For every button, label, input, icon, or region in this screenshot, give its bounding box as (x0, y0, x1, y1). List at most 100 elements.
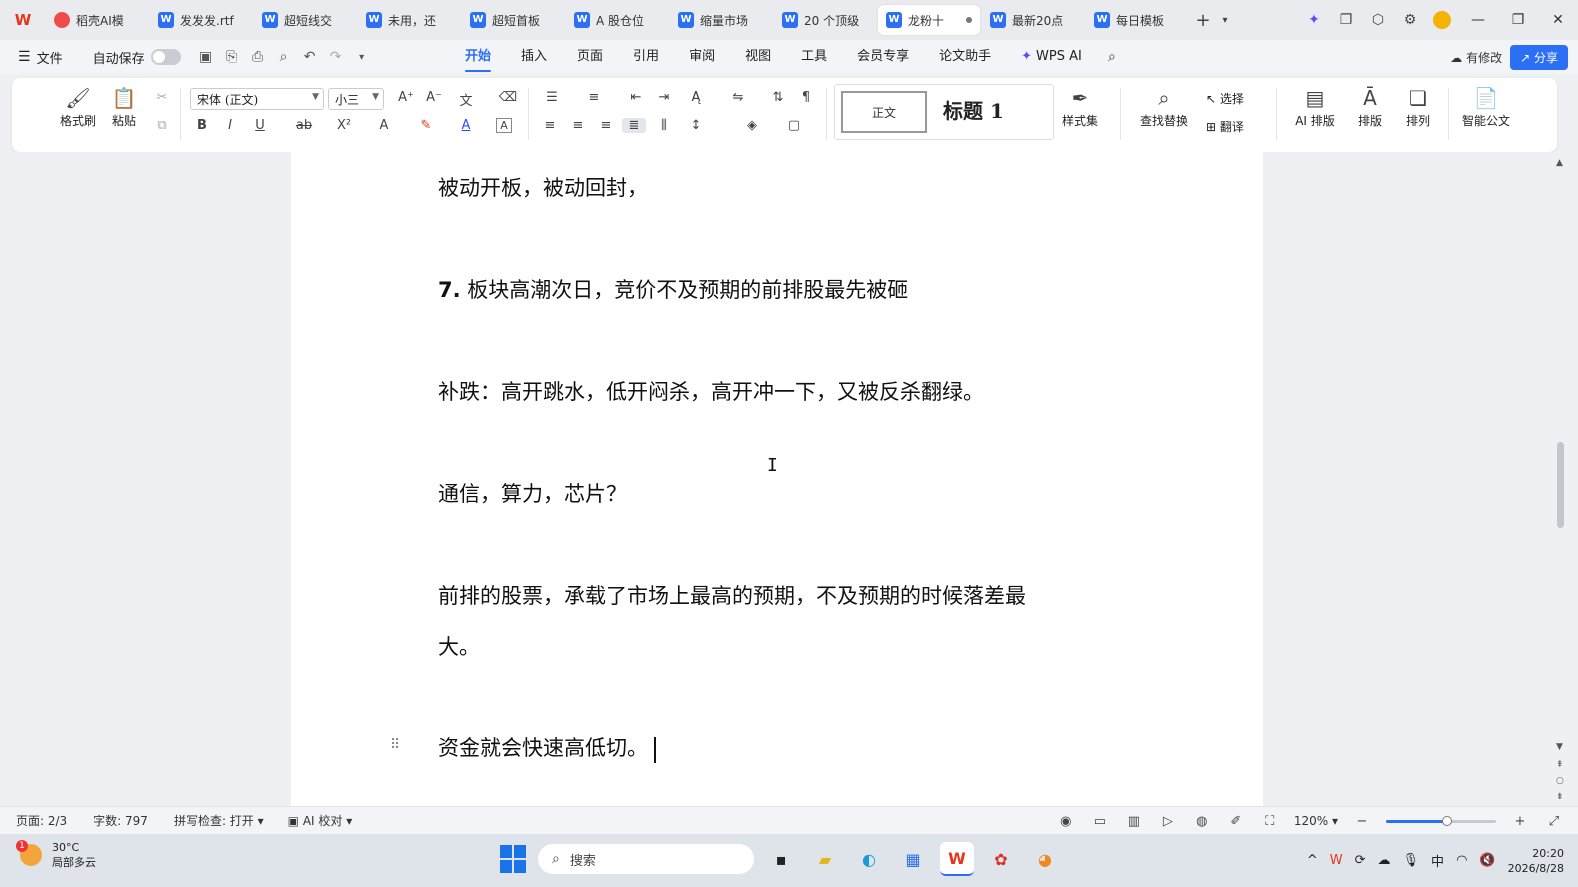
scroll-up-icon[interactable]: ▲ (1556, 158, 1563, 168)
menu-tab[interactable]: ✦ WPS AI (1006, 40, 1097, 74)
edge-browser-icon[interactable]: ◐ (852, 842, 886, 876)
select-button[interactable]: ↖ 选择 (1206, 90, 1244, 107)
document-tab[interactable]: W 未用，还 (358, 5, 460, 35)
drag-handle-icon[interactable]: ⠿ (390, 737, 400, 753)
paragraph[interactable]: 补跌：高开跳水，低开闷杀，高开冲一下，又被反杀翻绿。 (438, 376, 984, 406)
document-tab[interactable]: W 发发发.rtf (150, 5, 252, 35)
page-view-icon[interactable]: ▭ (1090, 814, 1110, 829)
menu-tab[interactable]: 论文助手 (924, 40, 1006, 74)
font-color-icon[interactable]: A (454, 118, 478, 133)
paste-button[interactable]: 📋 粘贴 (102, 84, 146, 129)
spellcheck-toggle[interactable]: 拼写检查: 打开 ▾ (174, 812, 264, 829)
file-explorer-icon[interactable]: ▰ (808, 842, 842, 876)
increase-indent-icon[interactable]: ⇥ (652, 90, 676, 105)
share-button[interactable]: ↗ 分享 (1510, 44, 1568, 70)
document-canvas[interactable]: 被动开板，被动回封， 7. 板块高潮次日，竞价不及预期的前排股最先被砸 补跌：高… (0, 152, 1560, 806)
ai-layout-button[interactable]: ▤ AI 排版 (1290, 84, 1340, 129)
grow-font-icon[interactable]: A⁺ (394, 90, 418, 105)
zoom-out-icon[interactable]: − (1352, 814, 1372, 829)
copy-icon[interactable]: ⧉ (150, 118, 174, 133)
ime-indicator[interactable]: 中 (1431, 851, 1444, 870)
eye-icon[interactable]: ◉ (1056, 814, 1076, 829)
sort-icon[interactable]: ⇅ (766, 90, 790, 105)
microphone-icon[interactable]: 🎙 (1403, 853, 1420, 868)
char-border-icon[interactable]: A (496, 118, 512, 133)
style-normal[interactable]: 正文 (841, 91, 927, 133)
zoom-slider[interactable] (1386, 815, 1496, 826)
scroll-down-icon[interactable]: ▼ (1556, 742, 1563, 752)
chinese-layout-icon[interactable]: ⇋ (726, 90, 750, 105)
document-tab[interactable]: W 超短首板 (462, 5, 564, 35)
wifi-icon[interactable]: ◠ (1456, 853, 1467, 868)
orange-app-icon[interactable]: ◕ (1028, 842, 1062, 876)
fullscreen-icon[interactable]: ⤢ (1544, 814, 1564, 829)
unsaved-dot-icon[interactable] (966, 17, 972, 23)
customize-chevron-icon[interactable]: ▾ (349, 52, 375, 63)
file-menu[interactable]: ☰ 文件 (18, 48, 63, 67)
justify-icon[interactable]: ≣ (622, 118, 646, 133)
shading-icon[interactable]: ◈ (740, 118, 764, 133)
superscript-icon[interactable]: X² (332, 118, 356, 133)
window-layout-icon[interactable]: ❐ (1330, 0, 1362, 40)
pen-icon[interactable]: ✐ (1226, 814, 1246, 829)
taskbar-search[interactable]: ⌕ 搜索 (538, 844, 754, 874)
restore-button[interactable]: ❐ (1498, 0, 1538, 40)
text-effect-icon[interactable]: A (372, 118, 396, 133)
menu-tab[interactable]: 工具 (786, 40, 842, 74)
menu-tab[interactable]: 视图 (730, 40, 786, 74)
paragraph[interactable]: 通信，算力，芯片？ (438, 478, 627, 508)
style-heading-1[interactable]: 标题 1 (943, 95, 1004, 124)
bullet-list-icon[interactable]: ☰ (540, 90, 564, 105)
menu-tab[interactable]: 开始 (450, 40, 506, 74)
layout-button[interactable]: Ā 排版 (1348, 84, 1392, 129)
menu-tab[interactable]: 会员专享 (842, 40, 924, 74)
numbered-list-icon[interactable]: ≡ (582, 90, 606, 105)
font-name-select[interactable]: 宋体 (正文) ▼ (190, 88, 324, 110)
line-spacing-icon[interactable]: ↕ (684, 118, 708, 133)
menu-tab[interactable]: 页面 (562, 40, 618, 74)
avatar[interactable] (1426, 0, 1458, 40)
border-icon[interactable]: ▢ (782, 118, 806, 133)
modified-status[interactable]: ☁ 有修改 (1450, 49, 1502, 66)
phonetic-guide-icon[interactable]: 文 (454, 90, 478, 109)
microsoft-store-icon[interactable]: ▦ (896, 842, 930, 876)
document-tab[interactable]: W 每日模板 (1086, 5, 1188, 35)
wps-ai-icon[interactable]: ✦ (1298, 0, 1330, 40)
settings-icon[interactable]: ⚙ (1394, 0, 1426, 40)
task-view-icon[interactable]: ▪ (764, 842, 798, 876)
menu-tab[interactable]: 引用 (618, 40, 674, 74)
web-layout-icon[interactable]: ▥ (1124, 814, 1144, 829)
document-tab[interactable]: W A 股仓位 (566, 5, 668, 35)
fit-page-icon[interactable]: ⛶ (1260, 814, 1280, 829)
next-page-icon[interactable]: ⇟ (1556, 792, 1564, 802)
format-painter-button[interactable]: 🖌 格式刷 (56, 84, 100, 129)
zoom-in-icon[interactable]: + (1510, 814, 1530, 829)
distributed-icon[interactable]: ⫼ (652, 118, 676, 133)
zoom-level[interactable]: 120% ▾ (1294, 814, 1338, 828)
shrink-font-icon[interactable]: A⁻ (422, 90, 446, 105)
print-preview-icon[interactable]: ⌕ (271, 49, 297, 65)
translate-button[interactable]: ⊞ 翻译 (1206, 118, 1244, 135)
bold-button[interactable]: B (190, 118, 214, 133)
text-direction-icon[interactable]: Ą (684, 90, 708, 105)
font-size-select[interactable]: 小三 ▼ (328, 88, 384, 110)
vertical-scrollbar[interactable]: ▲ ▼ ⇞ ○ ⇟ (1553, 152, 1569, 806)
browse-object-icon[interactable]: ○ (1556, 776, 1564, 786)
align-center-icon[interactable]: ≡ (566, 118, 590, 133)
minimize-button[interactable]: — (1458, 0, 1498, 40)
weather-widget[interactable]: 1 30°C 局部多云 (16, 840, 96, 870)
cut-icon[interactable]: ✂ (150, 90, 174, 105)
wps-office-icon[interactable]: W (940, 842, 974, 876)
redo-icon[interactable]: ↷ (323, 49, 349, 65)
document-tab[interactable]: W 龙粉十 (878, 5, 980, 35)
document-tab[interactable]: W 最新20点 (982, 5, 1084, 35)
huawei-app-icon[interactable]: ✿ (984, 842, 1018, 876)
prev-page-icon[interactable]: ⇞ (1556, 760, 1564, 770)
cloud-off-icon[interactable]: ☁ (1378, 853, 1391, 868)
document-tab[interactable]: 稻壳AI模 (46, 5, 148, 35)
word-count[interactable]: 字数: 797 (93, 812, 148, 829)
smart-doc-button[interactable]: 📄 智能公文 (1460, 84, 1512, 129)
print-icon[interactable]: ⎙ (245, 49, 271, 65)
ai-proofread-button[interactable]: ▣ AI 校对 ▾ (288, 812, 353, 829)
paragraph[interactable]: 资金就会快速高低切。 (438, 732, 656, 763)
